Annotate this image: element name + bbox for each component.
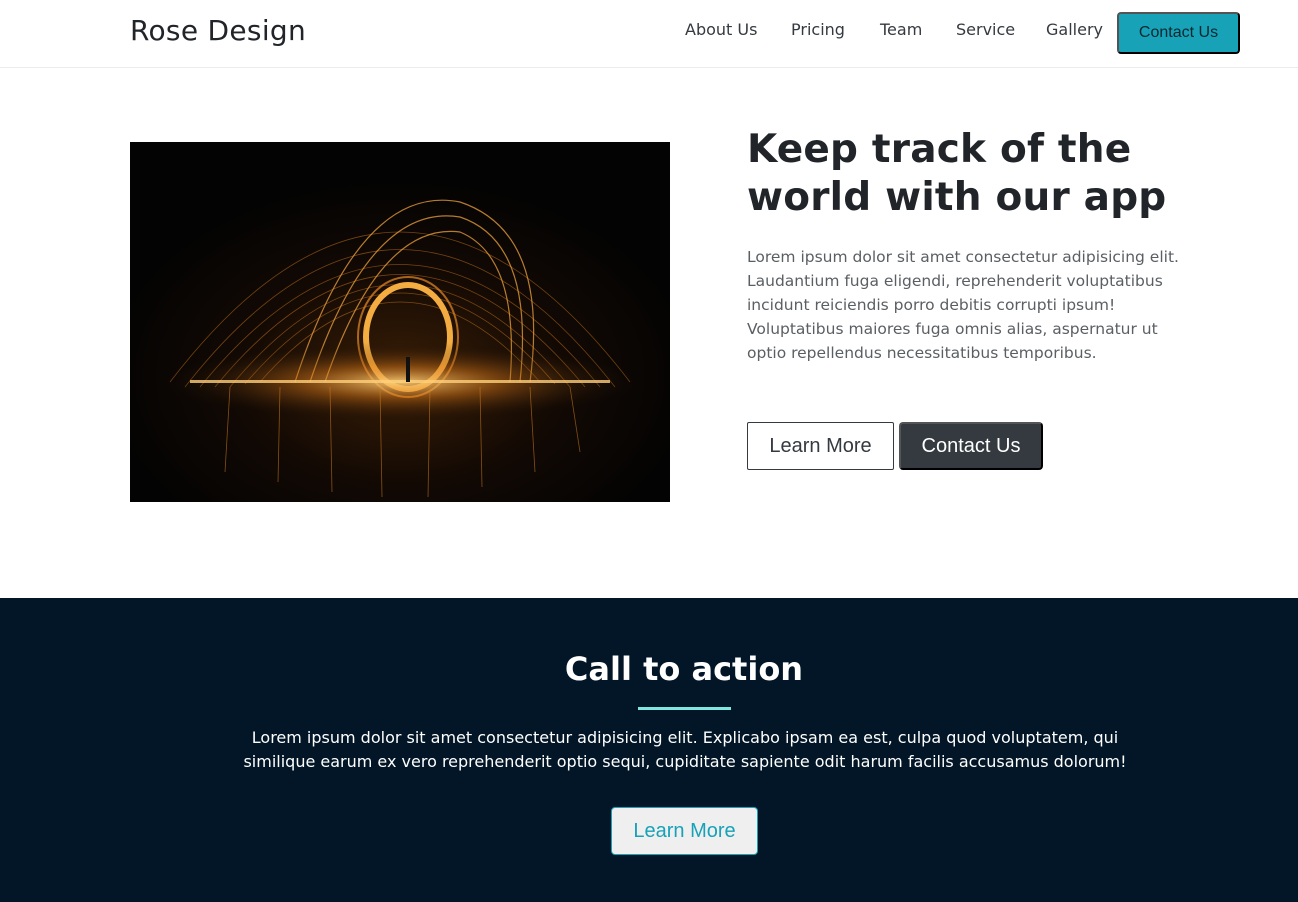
nav-links: About Us Pricing Team Service Gallery [0, 0, 1298, 68]
hero-image [130, 142, 670, 502]
nav-link-pricing[interactable]: Pricing [791, 20, 845, 39]
nav-contact-button[interactable]: Contact Us [1117, 12, 1240, 54]
call-to-action-section: Call to action Lorem ipsum dolor sit ame… [0, 598, 1298, 902]
cta-title: Call to action [564, 650, 804, 688]
hero-contact-button[interactable]: Contact Us [899, 422, 1043, 470]
cta-description: Lorem ipsum dolor sit amet consectetur a… [243, 728, 1127, 771]
cta-title-underline [638, 707, 731, 710]
nav-link-team[interactable]: Team [880, 20, 922, 39]
hero-learn-more-button[interactable]: Learn More [747, 422, 894, 470]
hero-title: Keep track of the world with our app [747, 127, 1167, 220]
steel-wool-light-painting-image [130, 142, 670, 502]
nav-link-service[interactable]: Service [956, 20, 1015, 39]
navbar: Rose Design About Us Pricing Team Servic… [0, 0, 1298, 68]
cta-learn-more-button[interactable]: Learn More [611, 807, 758, 855]
hero-description: Lorem ipsum dolor sit amet consectetur a… [747, 248, 1179, 362]
nav-link-gallery[interactable]: Gallery [1046, 20, 1103, 39]
nav-link-about-us[interactable]: About Us [685, 20, 757, 39]
